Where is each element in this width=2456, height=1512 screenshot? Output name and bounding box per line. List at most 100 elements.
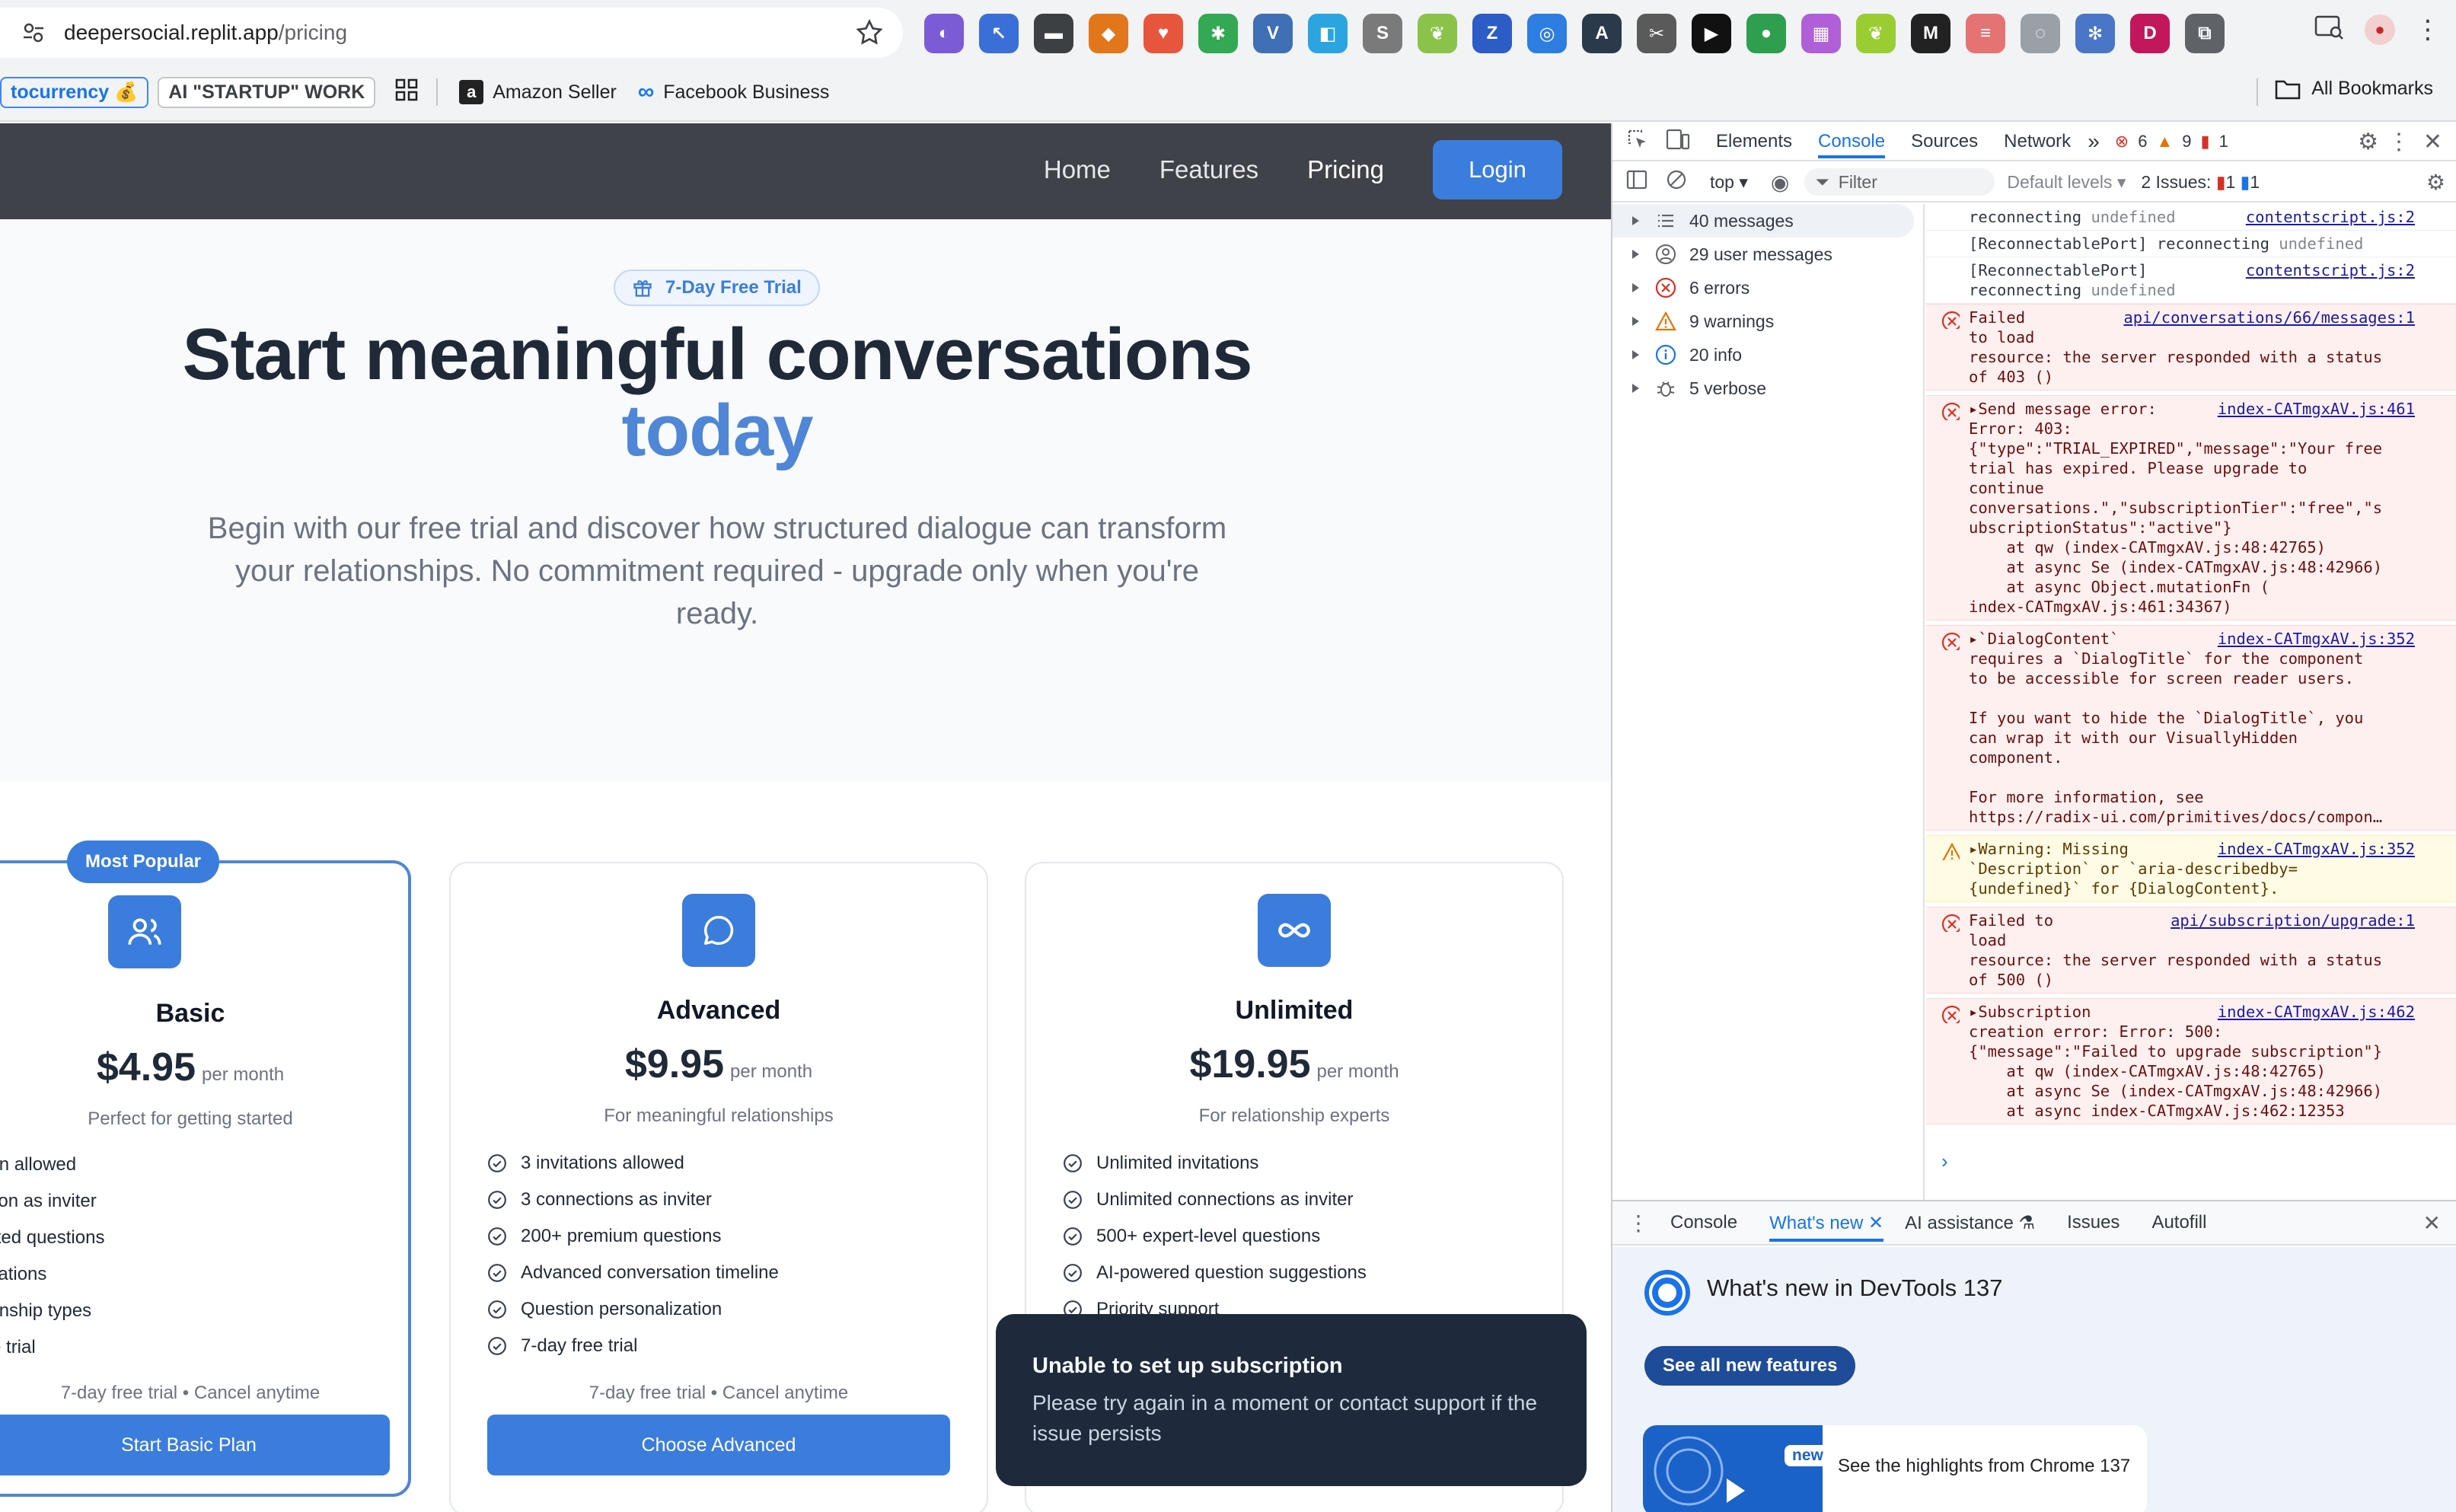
start-basic-plan-button[interactable]: Start Basic Plan [0,1415,390,1475]
close-tab-icon[interactable]: ✕ [1868,1213,1883,1233]
expand-triangle-icon[interactable] [1632,283,1639,292]
devtools-counters[interactable]: ⊗ 6 ▲ 9 ▮ 1 [2115,132,2228,152]
s-icon[interactable]: S [1363,14,1402,53]
expand-triangle-icon[interactable] [1632,250,1639,259]
message-source-link[interactable]: contentscript.js:2 [2240,207,2415,227]
console-error-message[interactable]: Failed to load resource: the server resp… [1926,304,2456,391]
drawer-tab-whats-new[interactable]: What's new ✕ [1769,1212,1884,1242]
highlights-card[interactable]: new See the highlights from Chrome 137 [1643,1425,2147,1512]
address-bar[interactable]: deepersocial.replit.app/pricing [0,8,903,58]
message-source-link[interactable]: index-CATmgxAV.js:462 [2211,1002,2415,1022]
console-error-message[interactable]: Failed to load resource: the server resp… [1926,907,2456,994]
bookmark-folder-crypto[interactable]: tocurrency 💰 [0,76,149,108]
m-icon[interactable]: M [1911,14,1950,53]
drawer-tab-issues[interactable]: Issues [2067,1212,2119,1233]
drawer-tab-console[interactable]: Console [1670,1212,1737,1233]
more-menu-icon[interactable]: ⋮ [2415,14,2441,45]
devtools-close-icon[interactable]: ✕ [2423,129,2442,155]
choose-advanced-button[interactable]: Choose Advanced [487,1415,950,1475]
square-icon[interactable]: ◧ [1308,14,1348,53]
message-source-link[interactable]: index-CATmgxAV.js:352 [2211,839,2415,859]
apps-grid-icon[interactable] [395,78,418,107]
error-toast[interactable]: Unable to set up subscription Please try… [996,1314,1587,1486]
leaf-green-icon[interactable]: ❦ [1856,14,1896,53]
clear-console-icon[interactable] [1666,169,1687,195]
console-error-message[interactable]: ▸Send message error: Error: 403: {"type"… [1926,395,2456,620]
nav-features[interactable]: Features [1159,155,1258,184]
message-source-link[interactable]: contentscript.js:2 [2240,260,2415,280]
leaf-icon[interactable]: ❦ [1418,14,1457,53]
drawer-tab-ai-assistance[interactable]: AI assistance ⚗ [1905,1212,2035,1234]
bookmark-amazon-seller[interactable]: a Amazon Seller [459,80,617,104]
device-toolbar-icon[interactable] [1666,128,1690,156]
drawer-close-icon[interactable]: ✕ [2423,1211,2441,1236]
message-source-link[interactable]: api/conversations/66/messages:1 [2117,308,2415,327]
expand-triangle-icon[interactable] [1632,350,1639,359]
tab-elements[interactable]: Elements [1716,131,1792,152]
console-log-message[interactable]: [ReconnectablePort] reconnecting undefin… [1926,231,2456,257]
sidebar-item-warning[interactable]: 9 warnings [1612,305,1923,338]
heart-icon[interactable]: ♥ [1143,14,1183,53]
devtools-settings-icon[interactable]: ⚙ [2358,129,2378,155]
devtools-more-icon[interactable]: ⋮ [2387,129,2410,155]
issues-counter[interactable]: 2 Issues: ▮1 ▮1 [2141,172,2260,193]
login-button[interactable]: Login [1433,140,1562,199]
sidebar-toggle-icon[interactable] [1626,169,1647,195]
tool-icon[interactable]: ✂ [1637,14,1676,53]
rainbow-icon[interactable]: ≡ [1966,14,2005,53]
expand-triangle-icon[interactable] [1632,317,1639,326]
more-tabs-chevron-icon[interactable]: » [2088,129,2100,154]
console-prompt[interactable]: › [1926,1150,1948,1173]
console-log-message[interactable]: reconnecting undefined contentscript.js:2 [1926,204,2456,231]
url-text[interactable]: deepersocial.replit.app/pricing [64,21,347,45]
sidebar-item-list[interactable]: 40 messages [1612,204,1914,238]
nav-home[interactable]: Home [1044,155,1111,184]
z-icon[interactable]: Z [1472,14,1512,53]
site-settings-icon[interactable] [18,18,49,48]
console-warning-message[interactable]: ▸Warning: Missing `Description` or `aria… [1926,835,2456,902]
sidebar-item-user[interactable]: 29 user messages [1612,238,1923,271]
v-icon[interactable]: V [1253,14,1293,53]
console-error-message[interactable]: ▸`DialogContent` requires a `DialogTitle… [1926,625,2456,831]
puzzle-icon[interactable]: ⧉ [2185,14,2225,53]
drawer-menu-icon[interactable]: ⋮ [1628,1211,1649,1236]
sidebar-item-info[interactable]: 20 info [1612,338,1923,372]
globe-icon[interactable]: ◎ [1527,14,1567,53]
message-source-link[interactable]: index-CATmgxAV.js:352 [2211,629,2415,649]
drawer-tab-autofill[interactable]: Autofill [2151,1212,2206,1233]
sidebar-item-error[interactable]: 6 errors [1612,271,1923,305]
grid-icon[interactable]: ✱ [1198,14,1238,53]
message-source-link[interactable]: index-CATmgxAV.js:461 [2211,399,2415,419]
tab-search-icon[interactable] [2314,14,2345,45]
board-icon[interactable]: ▦ [1801,14,1841,53]
all-bookmarks[interactable]: All Bookmarks [2275,78,2433,100]
expand-triangle-icon[interactable] [1632,216,1639,225]
console-error-message[interactable]: ▸Subscription creation error: Error: 500… [1926,998,2456,1124]
console-filter-input[interactable]: ⏷ Filter [1804,168,1995,196]
cursor-icon[interactable]: ↖ [979,14,1019,53]
metamask-icon[interactable]: ◆ [1089,14,1128,53]
play-icon[interactable]: ▶ [1692,14,1731,53]
sidebar-item-bug[interactable]: 5 verbose [1612,372,1923,405]
bookmark-folder-ai-startup[interactable]: AI "STARTUP" WORK [158,76,376,108]
live-expression-eye-icon[interactable]: ◉ [1771,170,1789,195]
bookmark-facebook-business[interactable]: ∞ Facebook Business [638,79,830,105]
inspect-element-icon[interactable] [1626,128,1649,156]
ghost-icon[interactable]: ◌ [2021,14,2060,53]
see-all-features-button[interactable]: See all new features [1644,1346,1856,1386]
tab-console[interactable]: Console [1818,131,1886,158]
d-icon[interactable]: D [2130,14,2170,53]
context-selector[interactable]: top ▾ [1710,172,1748,193]
gear-blue-icon[interactable]: ✻ [2075,14,2115,53]
tab-sources[interactable]: Sources [1911,131,1978,152]
console-log-message[interactable]: [ReconnectablePort] reconnecting undefin… [1926,257,2456,304]
log-levels-dropdown[interactable]: Default levels ▾ [2007,172,2126,193]
arc-icon[interactable]: ◐ [924,14,964,53]
console-settings-icon[interactable]: ⚙ [2426,170,2445,195]
a-icon[interactable]: A [1582,14,1622,53]
terminal-icon[interactable]: ▬ [1034,14,1073,53]
profile-avatar[interactable]: ● [2365,14,2395,45]
message-source-link[interactable]: api/subscription/upgrade:1 [2164,911,2415,930]
tab-network[interactable]: Network [2004,131,2071,152]
nav-pricing[interactable]: Pricing [1307,155,1384,184]
